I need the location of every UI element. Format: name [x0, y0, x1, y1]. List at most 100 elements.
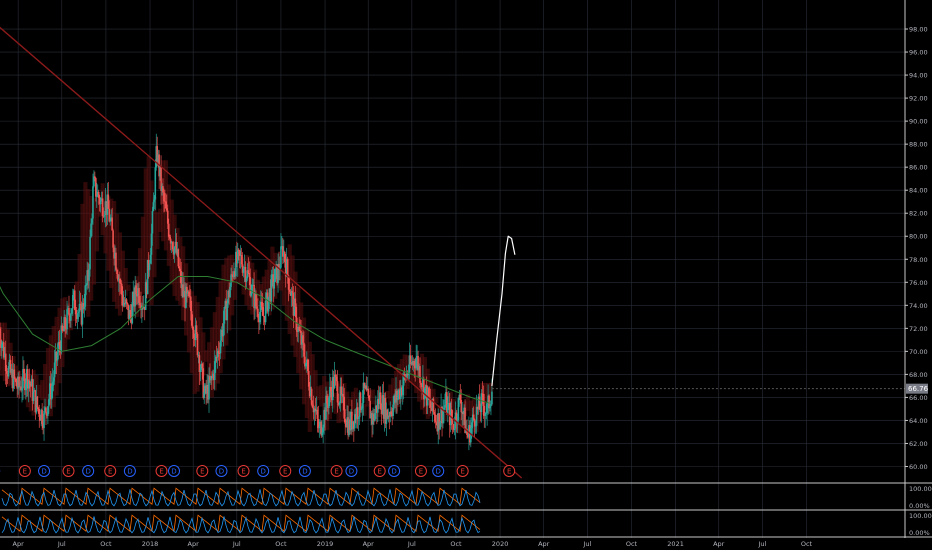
x-tick-label: Jul	[582, 540, 591, 548]
candle-body	[163, 192, 165, 202]
candle-body	[4, 353, 7, 372]
candle-body	[198, 355, 201, 373]
candle-body	[459, 394, 462, 400]
candle-body	[482, 393, 485, 406]
candle-body	[311, 404, 314, 408]
candle-body	[251, 284, 253, 294]
candle-body	[439, 422, 441, 430]
candle-body	[447, 404, 449, 415]
candle-body	[356, 407, 359, 419]
candle-body	[475, 406, 478, 426]
candle-body	[310, 388, 313, 405]
x-tick-label: 2020	[492, 540, 509, 548]
candle-body	[429, 399, 432, 408]
candle-body	[451, 420, 454, 424]
x-tick-label: Oct	[100, 540, 112, 548]
candle-body	[56, 352, 59, 361]
candle-body	[109, 219, 112, 222]
candle-body	[433, 411, 436, 415]
candle-body	[71, 308, 73, 314]
candle-body	[328, 397, 330, 408]
candle-body	[135, 285, 137, 295]
candle-body	[242, 268, 245, 273]
candle-body	[415, 358, 417, 369]
candle-body	[138, 288, 140, 303]
candle-body	[149, 254, 152, 264]
event-marker-label: D	[302, 468, 307, 476]
y-tick-label: 70.00	[909, 348, 928, 356]
candle-body	[196, 333, 199, 356]
candle-body	[177, 249, 180, 267]
pane-top-label: 100.00%	[909, 485, 932, 493]
candle-body	[50, 385, 53, 400]
y-tick-label: 76.00	[909, 279, 928, 287]
candle-body	[219, 340, 222, 354]
x-tick-label: Apr	[13, 540, 25, 548]
candle-body	[85, 285, 88, 286]
event-marker-label: D	[260, 468, 265, 476]
candle-body	[15, 378, 18, 386]
candle-body	[303, 342, 305, 357]
candle-body	[38, 408, 41, 417]
candle-body	[167, 223, 170, 237]
event-marker-label: E	[377, 468, 381, 476]
candle-body	[91, 218, 93, 224]
candle-body	[70, 313, 72, 321]
candle-body	[101, 198, 104, 216]
y-tick-label: 68.00	[909, 371, 928, 379]
candle-body	[7, 366, 10, 377]
candle-body	[484, 413, 487, 416]
y-tick-label: 60.00	[909, 463, 928, 471]
candle-body	[317, 418, 320, 429]
candle-body	[111, 217, 113, 231]
candle-body	[226, 303, 229, 321]
candle-body	[334, 374, 337, 377]
candle-body	[419, 366, 421, 383]
chart-canvas[interactable]: 66.76 EDEDEDEDEDEDEDEDEDEDEDEE 100.00%0.…	[0, 0, 932, 550]
candle-body	[360, 408, 363, 410]
candle-body	[152, 202, 155, 212]
candle-body	[151, 211, 154, 234]
candle-body	[90, 223, 92, 237]
candle-body	[53, 362, 56, 378]
candle-body	[306, 359, 309, 371]
candle-body	[344, 418, 346, 424]
candle-body	[294, 298, 297, 307]
event-marker-label: E	[23, 468, 27, 476]
candle-body	[460, 399, 463, 413]
candle-body	[491, 391, 493, 405]
candle-body	[390, 411, 393, 415]
event-marker-label: D	[219, 468, 224, 476]
candle-body	[260, 301, 263, 307]
candle-body	[321, 432, 323, 436]
event-marker-label: D	[41, 468, 46, 476]
candle-body	[168, 236, 171, 239]
candle-body	[357, 417, 360, 419]
candle-body	[343, 396, 346, 419]
candle-body	[189, 296, 192, 312]
y-tick-label: 78.00	[909, 256, 928, 264]
candle-body	[397, 394, 399, 401]
candle-body	[43, 410, 45, 429]
candle-body	[83, 306, 86, 310]
candle-body	[92, 186, 94, 219]
candle-body	[401, 385, 404, 396]
candle-body	[338, 403, 341, 405]
x-tick-label: Oct	[450, 540, 462, 548]
candle-body	[74, 309, 77, 315]
candle-body	[97, 191, 100, 199]
candle-body	[480, 393, 483, 413]
candle-body	[286, 258, 289, 276]
y-tick-label: 72.00	[909, 325, 928, 333]
x-tick-label: Jul	[407, 540, 416, 548]
candle-body	[191, 325, 194, 330]
candle-body	[76, 313, 79, 320]
candle-body	[36, 396, 39, 408]
event-marker-label: D	[349, 468, 354, 476]
candle-body	[299, 330, 301, 332]
candle-body	[368, 395, 370, 401]
candle-body	[273, 281, 276, 289]
candle-body	[179, 268, 182, 271]
x-tick-label: Apr	[363, 540, 375, 548]
candle-body	[107, 194, 110, 209]
